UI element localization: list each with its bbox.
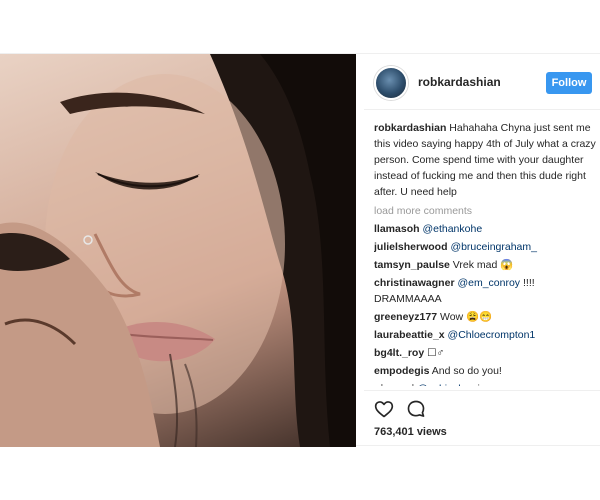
comment-username[interactable]: tamsyn_paulse: [374, 259, 450, 271]
comment-row: laurabeattie_x @Chloecrompton1: [374, 327, 596, 343]
comment-username[interactable]: llamasoh: [374, 223, 420, 235]
comment-text: Vrek mad 😱: [452, 259, 514, 271]
comment-text: Wow 😩😁: [439, 311, 493, 323]
post-video-frame[interactable]: [0, 54, 356, 447]
comment-username[interactable]: empodegis: [374, 365, 429, 377]
comments-list: robkardashian Hahahaha Chyna just sent m…: [374, 120, 596, 386]
comment-mention-link[interactable]: @_shiyahc: [417, 383, 469, 386]
comment-username[interactable]: christinawagner: [374, 277, 455, 289]
instagram-post-card: robkardashian Follow robkardashian Hahah…: [0, 53, 600, 447]
comment-username[interactable]: gianarai: [374, 383, 414, 386]
comment-username[interactable]: laurabeattie_x: [374, 329, 445, 341]
comment-text: And so do you!: [431, 365, 502, 377]
comment-text: ☐♂: [427, 347, 445, 359]
comment-username[interactable]: greeneyz177: [374, 311, 437, 323]
load-more-comments-link[interactable]: load more comments: [374, 203, 596, 219]
comment-text: sis: [469, 383, 485, 386]
avatar[interactable]: [374, 66, 408, 100]
post-username[interactable]: robkardashian: [418, 75, 501, 89]
comment-row: bg4lt._roy ☐♂: [374, 345, 596, 361]
comment-mention-link[interactable]: @Chloecrompton1: [448, 329, 536, 341]
post-image: [0, 54, 356, 447]
comment-row: gianarai @_shiyahc sis: [374, 381, 596, 386]
comment-mention-link[interactable]: @em_conroy: [457, 277, 520, 289]
post-sidebar: robkardashian Follow robkardashian Hahah…: [364, 54, 600, 447]
post-actions-bar: 763,401 views: [364, 390, 600, 447]
comment-icon[interactable]: [406, 399, 426, 419]
comment-mention-link[interactable]: @ethankohe: [422, 223, 482, 235]
comment-row: llamasoh @ethankohe: [374, 221, 596, 237]
follow-button[interactable]: Follow: [546, 72, 592, 94]
heart-icon[interactable]: [374, 399, 394, 419]
comment-username[interactable]: julielsherwood: [374, 241, 448, 253]
comment-row: christinawagner @em_conroy !!!! DRAMMAAA…: [374, 275, 596, 307]
comment-row: greeneyz177 Wow 😩😁: [374, 309, 596, 325]
comment-mention-link[interactable]: @bruceingraham_: [450, 241, 537, 253]
comment-row: tamsyn_paulse Vrek mad 😱: [374, 257, 596, 273]
view-count: 763,401 views: [374, 426, 447, 438]
comment-username[interactable]: bg4lt._roy: [374, 347, 424, 359]
caption: robkardashian Hahahaha Chyna just sent m…: [374, 120, 596, 200]
comment-row: julielsherwood @bruceingraham_: [374, 239, 596, 255]
caption-username[interactable]: robkardashian: [374, 122, 446, 134]
post-header: robkardashian Follow: [364, 54, 600, 110]
comment-row: empodegis And so do you!: [374, 363, 596, 379]
